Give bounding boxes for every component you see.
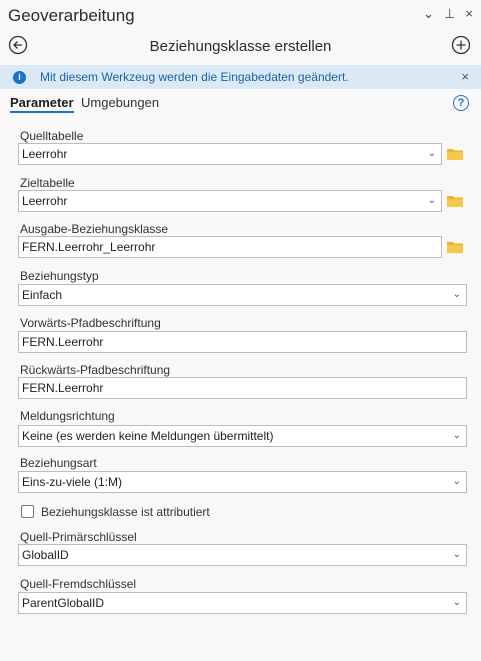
origin-table-value: Leerrohr <box>22 147 68 161</box>
relationship-type-value: Einfach <box>22 288 63 302</box>
origin-foreign-key-value: ParentGlobalID <box>22 596 105 610</box>
message-direction-value: Keine (es werden keine Meldungen übermit… <box>22 429 274 443</box>
tool-header: Beziehungsklasse erstellen <box>0 31 481 61</box>
output-class-value: FERN.Leerrohr_Leerrohr <box>22 240 156 254</box>
attributed-checkbox-label: Beziehungsklasse ist attributiert <box>41 505 210 519</box>
origin-primary-key-label: Quell-Primärschlüssel <box>20 530 137 544</box>
origin-primary-key-dropdown[interactable]: GlobalID ⌄ <box>18 544 467 566</box>
destination-table-dropdown[interactable]: Leerrohr ⌄ <box>18 190 442 212</box>
message-direction-dropdown[interactable]: Keine (es werden keine Meldungen übermit… <box>18 425 467 447</box>
browse-folder-icon[interactable] <box>446 240 464 254</box>
pane-options-icon[interactable]: ⌄ <box>423 6 434 22</box>
info-banner: i Mit diesem Werkzeug werden die Eingabe… <box>0 65 481 89</box>
backward-label-input[interactable]: FERN.Leerrohr <box>18 377 467 399</box>
output-class-label: Ausgabe-Beziehungsklasse <box>20 222 169 236</box>
destination-table-label: Zieltabelle <box>20 176 75 190</box>
chevron-down-icon: ⌄ <box>452 430 461 441</box>
origin-table-label: Quelltabelle <box>20 129 84 143</box>
browse-folder-icon[interactable] <box>446 147 464 161</box>
attributed-checkbox[interactable] <box>21 505 34 518</box>
message-direction-label: Meldungsrichtung <box>20 409 115 423</box>
dismiss-info-icon[interactable]: × <box>461 69 469 84</box>
chevron-down-icon: ⌄ <box>452 476 461 487</box>
forward-label-value: FERN.Leerrohr <box>22 335 104 349</box>
add-icon[interactable] <box>451 35 471 55</box>
pane-titlebar: Geoverarbeitung ⌄ ⊥ × <box>0 0 481 31</box>
pin-icon[interactable]: ⊥ <box>444 6 455 22</box>
origin-foreign-key-dropdown[interactable]: ParentGlobalID ⌄ <box>18 592 467 614</box>
help-icon[interactable]: ? <box>453 95 469 111</box>
origin-foreign-key-label: Quell-Fremdschlüssel <box>20 577 137 591</box>
tab-bar: Parameter Umgebungen ? <box>0 93 481 115</box>
browse-folder-icon[interactable] <box>446 194 464 208</box>
tool-title: Beziehungsklasse erstellen <box>149 37 332 55</box>
forward-label-label: Vorwärts-Pfadbeschriftung <box>20 316 161 330</box>
backward-label-label: Rückwärts-Pfadbeschriftung <box>20 363 171 377</box>
info-message: Mit diesem Werkzeug werden die Eingabeda… <box>40 70 349 84</box>
pane-controls: ⌄ ⊥ × <box>423 6 473 22</box>
relationship-type-label: Beziehungstyp <box>20 269 99 283</box>
chevron-down-icon: ⌄ <box>427 148 436 159</box>
chevron-down-icon: ⌄ <box>427 195 436 206</box>
forward-label-input[interactable]: FERN.Leerrohr <box>18 331 467 353</box>
destination-table-value: Leerrohr <box>22 194 68 208</box>
pane-title: Geoverarbeitung <box>8 5 135 25</box>
info-icon: i <box>13 70 26 84</box>
origin-table-dropdown[interactable]: Leerrohr ⌄ <box>18 143 442 165</box>
relationship-type-dropdown[interactable]: Einfach ⌄ <box>18 284 467 306</box>
tab-environments[interactable]: Umgebungen <box>81 95 159 110</box>
back-arrow-icon[interactable] <box>8 35 28 55</box>
output-class-input[interactable]: FERN.Leerrohr_Leerrohr <box>18 236 442 258</box>
close-icon[interactable]: × <box>465 6 473 22</box>
chevron-down-icon: ⌄ <box>452 289 461 300</box>
backward-label-value: FERN.Leerrohr <box>22 381 104 395</box>
cardinality-value: Eins-zu-viele (1:M) <box>22 475 123 489</box>
cardinality-dropdown[interactable]: Eins-zu-viele (1:M) ⌄ <box>18 471 467 493</box>
cardinality-label: Beziehungsart <box>20 456 97 470</box>
origin-primary-key-value: GlobalID <box>22 548 69 562</box>
chevron-down-icon: ⌄ <box>452 549 461 560</box>
chevron-down-icon: ⌄ <box>452 597 461 608</box>
tab-parameters[interactable]: Parameter <box>10 95 74 113</box>
